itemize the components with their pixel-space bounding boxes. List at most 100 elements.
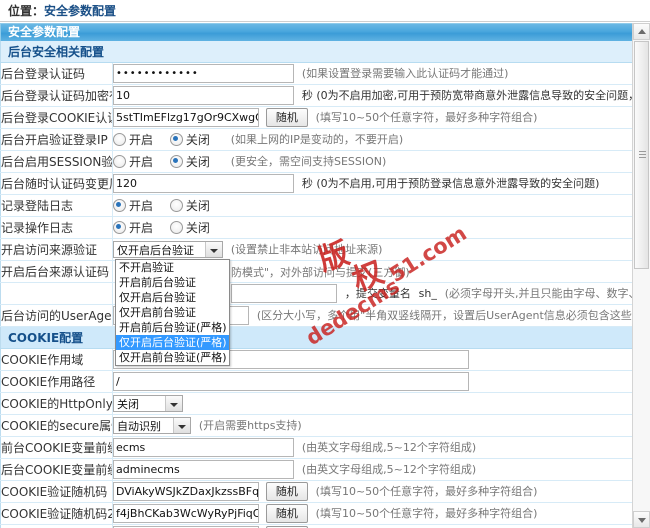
log-operate-off[interactable]: 关闭 <box>169 219 219 236</box>
table-row: 记录登陆日志 开启 关闭 <box>0 194 633 217</box>
content-frame: 安全参数配置 后台安全相关配置 后台登录认证码 •••••••••••• (如果… <box>0 22 650 528</box>
table-row: 后台随时认证码变更周期 120 秒 (0为不启用,可用于预防登录信息意外泄露导致… <box>0 172 633 195</box>
table-row: 前台COOKIE变量前缀 ecms (由英文字母组成,5~12个字符组成) <box>0 436 633 459</box>
table-row: 开启后台来源认证码 防模式"，对外部访问与提交(三方御) <box>0 260 633 283</box>
hint-letters-5-12: (由英文字母组成,5~12个字符组成) <box>301 463 477 476</box>
group-header-backend-security: 后台安全相关配置 <box>0 41 633 63</box>
table-row: COOKIE的HttpOnly属性 关闭 <box>0 392 633 415</box>
front-cookie-prefix-input[interactable]: ecms <box>113 438 294 457</box>
label-auth-code: 后台登录认证码 <box>0 62 113 85</box>
dropdown-option[interactable]: 仅开启前台验证 <box>116 305 229 320</box>
table-row: COOKIE验证随机码 DViAkyWSJkZDaxJkzssBFq5ftGPV… <box>0 480 633 503</box>
dropdown-option[interactable]: 开启前后台验证 <box>116 275 229 290</box>
radio-icon[interactable] <box>113 133 126 146</box>
radio-label-off: 关闭 <box>185 199 210 213</box>
hint-letters-5-12: (由英文字母组成,5~12个字符组成) <box>301 441 477 454</box>
radio-icon[interactable] <box>113 155 126 168</box>
scroll-down-arrow-icon[interactable] <box>633 511 650 528</box>
scroll-pane: 安全参数配置 后台安全相关配置 后台登录认证码 •••••••••••• (如果… <box>0 23 633 528</box>
table-row: 后台访问的UserAgent包含 (区分大小写，多个用"半角双竖线隔开，设置后U… <box>0 304 633 327</box>
breadcrumb: 位置：安全参数配置 <box>0 0 650 22</box>
cookie-rand1-input[interactable]: DViAkyWSJkZDaxJkzssBFq5ftGPVPsd <box>113 482 259 501</box>
hint-verify-login-ip: (如果上网的IP是变动的，不要开启) <box>230 133 404 146</box>
table-row: COOKIE验证随机码3 3PKubA9EmN1zVmaRT87IPcI0iTZ… <box>0 524 633 528</box>
radio-label-off: 关闭 <box>185 221 210 235</box>
label-backend-referer-code: 开启后台来源认证码 <box>0 260 113 283</box>
hint-session-verify: (更安全，需空间支持SESSION) <box>230 155 387 168</box>
label-admin-cookie-prefix: 后台COOKIE变量前缀 <box>0 458 113 481</box>
dropdown-option[interactable]: 仅开启后台验证(严格) <box>116 335 229 350</box>
log-login-on[interactable]: 开启 <box>113 197 162 214</box>
log-operate-on[interactable]: 开启 <box>113 219 162 236</box>
hint-random-10-50: (填写10~50个任意字符，最好多种字符组合) <box>315 507 538 520</box>
label-anytime-code-cycle: 后台随时认证码变更周期 <box>0 172 113 195</box>
chevron-down-icon[interactable] <box>165 396 182 411</box>
label-front-cookie-prefix: 前台COOKIE变量前缀 <box>0 436 113 459</box>
radio-icon[interactable] <box>169 221 183 234</box>
auth-code-expire-input[interactable]: 10 <box>113 86 294 105</box>
label-cookie-domain: COOKIE作用域 <box>0 348 113 371</box>
label-cookie-rand3: COOKIE验证随机码3 <box>0 524 113 528</box>
cookie-secure-value: 自动识别 <box>117 420 161 433</box>
label-useragent-contains: 后台访问的UserAgent包含 <box>0 304 113 327</box>
panel-title: 安全参数配置 <box>0 23 633 41</box>
hint-auth-code: (如果设置登录需要输入此认证码才能通过) <box>301 67 509 80</box>
chevron-down-icon[interactable] <box>205 242 222 257</box>
verify-login-ip-on[interactable]: 开启 <box>113 131 162 148</box>
table-row: 后台登录认证码加密有效期 10 秒 (0为不启用加密,可用于预防宽带商意外泄露信… <box>0 84 633 107</box>
vertical-scrollbar[interactable] <box>632 23 650 528</box>
cookie-httponly-select[interactable]: 关闭 <box>113 395 183 412</box>
cookie-path-input[interactable]: / <box>113 372 469 391</box>
random-button[interactable]: 随机 <box>265 482 308 501</box>
breadcrumb-current[interactable]: 安全参数配置 <box>44 4 116 18</box>
open-referer-select[interactable]: 仅开启后台验证 <box>113 241 223 258</box>
open-referer-selected-value: 仅开启后台验证 <box>117 244 194 257</box>
session-verify-on[interactable]: 开启 <box>113 153 162 170</box>
cookie-auth-code-input[interactable]: 5stTImEFlzg17gOr9CXwgQkmWunFl <box>113 108 259 127</box>
dropdown-option[interactable]: 仅开启前台验证(严格) <box>116 350 229 365</box>
random-button[interactable]: 随机 <box>265 504 308 523</box>
scrollbar-thumb[interactable] <box>634 41 649 269</box>
radio-icon[interactable] <box>113 221 126 234</box>
cookie-secure-select[interactable]: 自动识别 <box>113 417 191 434</box>
label-cookie-auth-code: 后台登录COOKIE认证码 <box>0 106 113 129</box>
auth-code-input[interactable]: •••••••••••• <box>113 64 294 83</box>
dropdown-option[interactable]: 不开启验证 <box>116 260 229 275</box>
radio-icon[interactable] <box>113 199 126 212</box>
radio-label-on: 开启 <box>129 155 154 169</box>
admin-cookie-prefix-input[interactable]: adminecms <box>113 460 294 479</box>
backend-referer-code-input[interactable] <box>231 284 337 303</box>
table-row: 后台登录认证码 •••••••••••• (如果设置登录需要输入此认证码才能通过… <box>0 62 633 85</box>
cookie-rand2-input[interactable]: f4jBhCKab3WcWyRyPjFiqOiYfleVCg1 <box>113 504 259 523</box>
label-auth-code-expire: 后台登录认证码加密有效期 <box>0 84 113 107</box>
hint-useragent-contains: (区分大小写，多个用"半角双竖线隔开，设置后UserAgent信息必须包含这些字… <box>256 309 633 322</box>
security-settings-table: 后台安全相关配置 后台登录认证码 •••••••••••• (如果设置登录需要输… <box>0 41 633 528</box>
radio-icon[interactable] <box>169 155 183 168</box>
label-session-verify: 后台启用SESSION验证 <box>0 150 113 173</box>
dropdown-option[interactable]: 开启前后台验证(严格) <box>116 320 229 335</box>
chevron-down-icon[interactable] <box>173 418 190 433</box>
anytime-code-cycle-input[interactable]: 120 <box>113 174 294 193</box>
cookie-httponly-value: 关闭 <box>117 398 139 411</box>
scroll-up-arrow-icon[interactable] <box>633 23 650 40</box>
page-root: 位置：安全参数配置 安全参数配置 后台安全相关配置 后台登录认证码 ••••••… <box>0 0 650 528</box>
verify-login-ip-off[interactable]: 关闭 <box>169 131 219 148</box>
dropdown-option[interactable]: 仅开启后台验证 <box>116 290 229 305</box>
radio-icon[interactable] <box>169 199 183 212</box>
label-cookie-secure: COOKIE的secure属性 <box>0 414 113 437</box>
table-row: COOKIE作用域 <box>0 348 633 371</box>
table-row: COOKIE验证随机码2 f4jBhCKab3WcWyRyPjFiqOiYfle… <box>0 502 633 525</box>
session-verify-off[interactable]: 关闭 <box>169 153 219 170</box>
radio-label-off: 关闭 <box>185 133 210 147</box>
label-cookie-rand2: COOKIE验证随机码2 <box>0 502 113 525</box>
random-button[interactable]: 随机 <box>265 108 308 127</box>
open-referer-dropdown-list[interactable]: 不开启验证 开启前后台验证 仅开启后台验证 仅开启前台验证 开启前后台验证(严格) 仅开启… <box>115 259 230 366</box>
log-login-off[interactable]: 关闭 <box>169 197 219 214</box>
label-cookie-path: COOKIE作用路径 <box>0 370 113 393</box>
referer-var-name: sh_ <box>418 287 437 300</box>
table-row: 后台COOKIE变量前缀 adminecms (由英文字母组成,5~12个字符组… <box>0 458 633 481</box>
hint-random-10-50: (填写10~50个任意字符，最好多种字符组合) <box>315 111 538 124</box>
label-log-operate: 记录操作日志 <box>0 216 113 239</box>
radio-icon[interactable] <box>169 133 183 146</box>
table-row: COOKIE作用路径 / <box>0 370 633 393</box>
